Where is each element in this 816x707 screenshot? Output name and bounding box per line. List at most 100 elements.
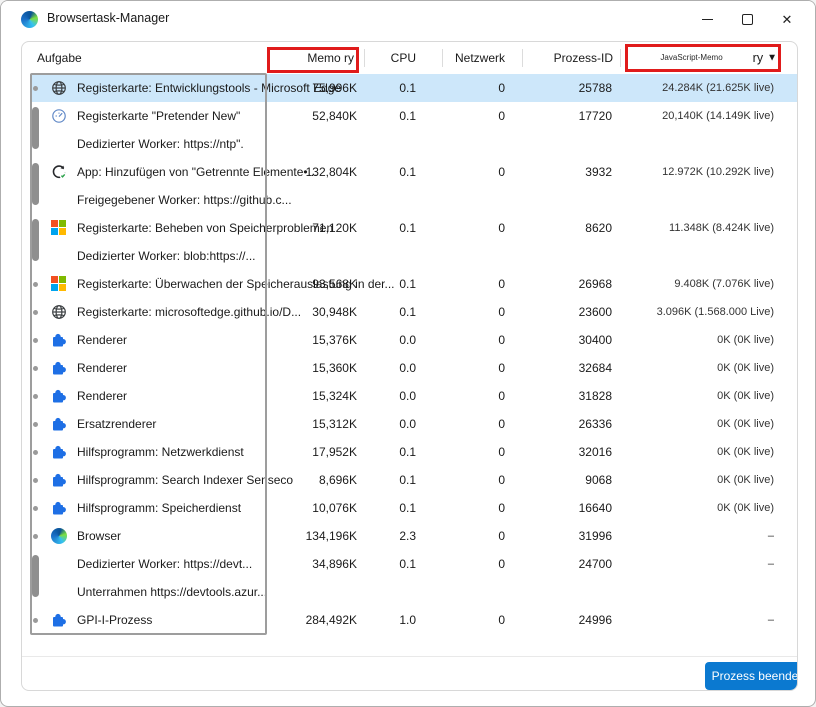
header-separator <box>522 49 523 67</box>
window-title: Browsertask-Manager <box>47 11 169 25</box>
memory-value: 10,076K <box>257 494 357 522</box>
table-row[interactable]: Registerkarte: Beheben von Speicherprobl… <box>30 214 798 242</box>
js-memory-value: 0K (0K live) <box>592 382 774 410</box>
header-separator <box>620 49 621 67</box>
table-row[interactable]: App: Hinzufügen von "Getrennte Elemente•… <box>30 158 798 186</box>
cpu-value: 0.1 <box>361 270 416 298</box>
js-memory-value: – <box>592 522 774 550</box>
column-header-cpu[interactable]: CPU <box>361 51 416 65</box>
js-memory-value: 0K (0K live) <box>592 410 774 438</box>
table-row[interactable]: Dedizierter Worker: https://devt... 34,8… <box>30 550 798 578</box>
js-memory-value: 0K (0K live) <box>592 354 774 382</box>
cpu-value: 0.1 <box>361 494 416 522</box>
table-row[interactable]: Registerkarte "Pretender New" 52,840K 0.… <box>30 102 798 130</box>
puzzle-icon <box>51 360 67 376</box>
puzzle-icon <box>51 612 67 628</box>
table-row[interactable]: Registerkarte: Entwicklungstools - Micro… <box>30 74 798 102</box>
table-row[interactable]: Hilfsprogramm: Netzwerkdienst 17,952K 0.… <box>30 438 798 466</box>
table-row[interactable]: GPI-I-Prozess 284,492K 1.0 0 24996 – <box>30 606 798 634</box>
js-memory-value: 12.972K (10.292K live) <box>592 158 774 186</box>
network-value: 0 <box>450 354 505 382</box>
table-row[interactable]: Dedizierter Worker: blob:https://... <box>30 242 798 270</box>
cpu-value: 1.0 <box>361 606 416 634</box>
end-process-button[interactable]: Prozess beende <box>705 662 798 690</box>
task-label: Browser <box>77 522 121 550</box>
table-row[interactable]: Browser 134,196K 2.3 0 31996 – <box>30 522 798 550</box>
js-memory-value: 9.408K (7.076K live) <box>592 270 774 298</box>
memory-value: 134,196K <box>257 522 357 550</box>
task-label: Hilfsprogramm: Netzwerkdienst <box>77 438 244 466</box>
task-label: Ersatzrenderer <box>77 410 156 438</box>
network-value: 0 <box>450 550 505 578</box>
table-row[interactable]: Renderer 15,324K 0.0 0 31828 0K (0K live… <box>30 382 798 410</box>
rows-container: Registerkarte: Entwicklungstools - Micro… <box>30 74 798 634</box>
ms-logo-icon <box>51 220 67 236</box>
js-memory-value: 20,140K (14.149K live) <box>592 102 774 130</box>
memory-value: 52,840K <box>257 102 357 130</box>
edge-logo-icon <box>51 528 67 544</box>
column-header-memory[interactable]: Memo ry <box>258 51 354 65</box>
ms-logo-icon <box>51 276 67 292</box>
gauge-icon <box>51 108 67 124</box>
table-row[interactable]: Hilfsprogramm: Speicherdienst 10,076K 0.… <box>30 494 798 522</box>
no-icon <box>51 192 67 208</box>
cpu-value: 0.0 <box>361 354 416 382</box>
table-row[interactable]: Hilfsprogramm: Search Indexer Senseco 8,… <box>30 466 798 494</box>
group-marker <box>32 219 39 261</box>
column-header-netzwerk[interactable]: Netzwerk <box>450 51 505 65</box>
group-marker <box>32 107 39 149</box>
cpu-value: 0.1 <box>361 102 416 130</box>
task-label: GPI-I-Prozess <box>77 606 152 634</box>
puzzle-icon <box>51 416 67 432</box>
memory-value: 15,312K <box>257 410 357 438</box>
table-row[interactable]: Dedizierter Worker: https://ntp". <box>30 130 798 158</box>
cpu-value: 0.1 <box>361 74 416 102</box>
network-value: 0 <box>450 382 505 410</box>
table-row[interactable]: Unterrahmen https://devtools.azur... <box>30 578 798 606</box>
table-row[interactable]: Ersatzrenderer 15,312K 0.0 0 26336 0K (0… <box>30 410 798 438</box>
js-memory-value: 0K (0K live) <box>592 466 774 494</box>
minimize-button[interactable] <box>687 1 727 37</box>
globe-icon <box>51 80 67 96</box>
network-value: 0 <box>450 438 505 466</box>
network-value: 0 <box>450 158 505 186</box>
table-row[interactable]: Registerkarte: Überwachen der Speicherau… <box>30 270 798 298</box>
maximize-button[interactable] <box>727 1 767 37</box>
column-header-javascript-memory[interactable]: JavaScript-Memo ry ▼ <box>612 51 777 65</box>
column-header-prozess-id[interactable]: Prozess-ID <box>528 51 613 65</box>
cpu-value: 0.0 <box>361 382 416 410</box>
memory-value: 15,324K <box>257 382 357 410</box>
js-memory-value: 0K (0K live) <box>592 494 774 522</box>
network-value: 0 <box>450 466 505 494</box>
table-row[interactable]: Renderer 15,360K 0.0 0 32684 0K (0K live… <box>30 354 798 382</box>
close-icon: ✕ <box>782 13 793 26</box>
table-row[interactable]: Freigegebener Worker: https://github.c..… <box>30 186 798 214</box>
task-label: Unterrahmen https://devtools.azur... <box>77 578 267 606</box>
group-marker <box>33 478 38 483</box>
memory-value: 284,492K <box>257 606 357 634</box>
column-header-aufgabe[interactable]: Aufgabe <box>37 51 82 65</box>
group-marker <box>33 86 38 91</box>
task-label: Dedizierter Worker: https://devt... <box>77 550 252 578</box>
network-value: 0 <box>450 74 505 102</box>
titlebar: Browsertask-Manager ✕ <box>1 1 815 37</box>
table-row[interactable]: Renderer 15,376K 0.0 0 30400 0K (0K live… <box>30 326 798 354</box>
task-label: Renderer <box>77 354 127 382</box>
js-memory-value: 0K (0K live) <box>592 326 774 354</box>
network-value: 0 <box>450 410 505 438</box>
close-button[interactable]: ✕ <box>767 1 807 37</box>
memory-value: 132,804K <box>257 158 357 186</box>
table-row[interactable]: Registerkarte: microsoftedge.github.io/D… <box>30 298 798 326</box>
cpu-value: 0.1 <box>361 214 416 242</box>
group-marker <box>33 506 38 511</box>
maximize-icon <box>742 14 753 25</box>
memory-value: 30,948K <box>257 298 357 326</box>
table-header: Aufgabe Memo ry CPU Netzwerk Prozess-ID … <box>22 42 798 73</box>
cpu-value: 0.0 <box>361 410 416 438</box>
task-label: Dedizierter Worker: blob:https://... <box>77 242 256 270</box>
memory-value: 34,896K <box>257 550 357 578</box>
network-value: 0 <box>450 270 505 298</box>
js-memory-value: 24.284K (21.625K live) <box>592 74 774 102</box>
edge-logo-icon <box>21 11 38 28</box>
cpu-value: 0.1 <box>361 298 416 326</box>
